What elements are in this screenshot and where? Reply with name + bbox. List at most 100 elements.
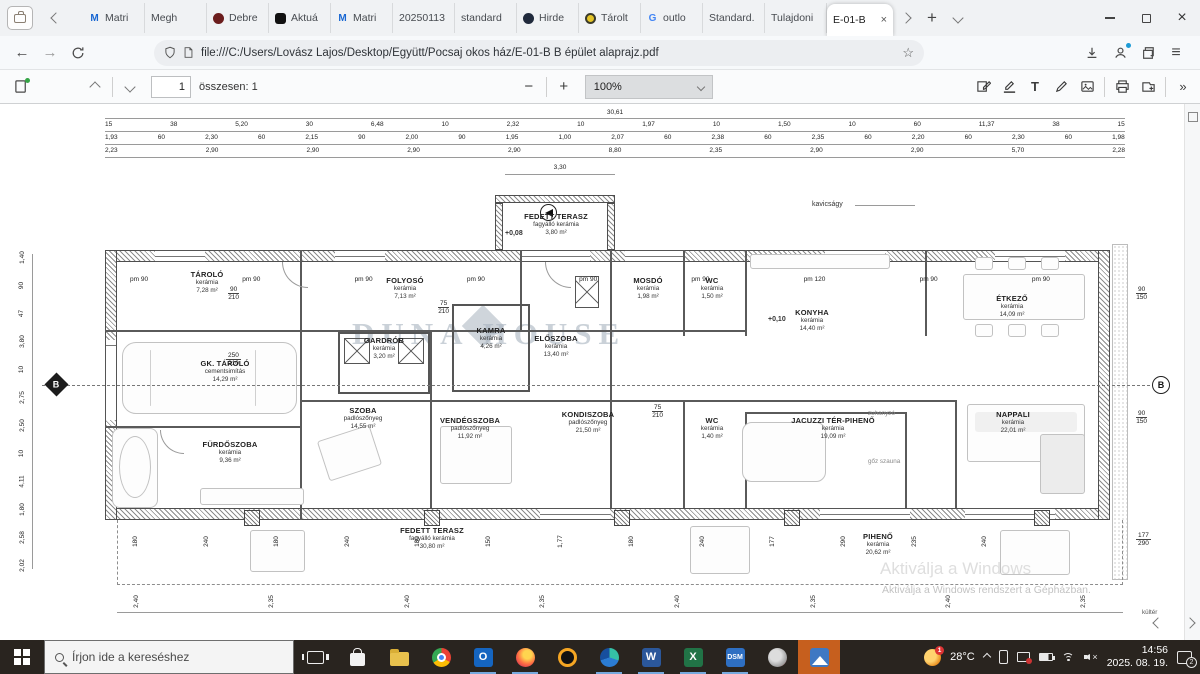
highlight-icon[interactable]: [996, 75, 1022, 99]
search-icon: [55, 652, 64, 662]
porch-wall: [495, 203, 503, 250]
word-button[interactable]: W: [630, 640, 672, 674]
activation-watermark-1: Aktiválja a Windows: [880, 559, 1032, 578]
phone-link-icon[interactable]: [998, 650, 1008, 664]
address-bar[interactable]: file:///C:/Users/Lovász Lajos/Desktop/Eg…: [154, 39, 924, 66]
side-panel-icon[interactable]: [1188, 112, 1198, 122]
more-tools-icon[interactable]: »: [1170, 75, 1196, 99]
volume-muted-icon[interactable]: ×: [1083, 651, 1098, 663]
download-icon[interactable]: [1078, 40, 1106, 66]
maximize-button[interactable]: [1128, 0, 1164, 36]
temperature-label[interactable]: 28°C: [950, 651, 975, 663]
room-vendegszoba: VENDÉGSZOBA padlószőnyeg 11,92 m²: [439, 416, 501, 441]
page-number-input[interactable]: [151, 75, 191, 98]
room-wc-top: WC kerámia 1,50 m²: [700, 276, 724, 301]
bed: [316, 424, 383, 482]
page-up-icon[interactable]: [82, 75, 108, 99]
tab-hirde[interactable]: Hirde: [517, 3, 579, 33]
tab-megh[interactable]: Megh: [145, 3, 207, 33]
favorites-star-icon[interactable]: ☆: [902, 45, 914, 61]
tab-outlo[interactable]: Goutlo: [641, 3, 703, 33]
room-gardrob: GARDRÓB kerámia 3,20 m²: [363, 336, 405, 361]
file-explorer-button[interactable]: [378, 640, 420, 674]
tab-scroll-right-icon[interactable]: [893, 5, 919, 31]
taskbar-search-input[interactable]: Írjon ide a kereséshez: [44, 640, 294, 674]
terrace-door: [540, 508, 610, 520]
door-swing: [545, 262, 571, 288]
tab-active-e01b[interactable]: E-01-B ×: [827, 4, 893, 36]
clock[interactable]: 14:56 2025. 08. 19.: [1107, 644, 1168, 670]
tab-scroll-left-icon[interactable]: [43, 5, 69, 31]
firefox-button[interactable]: [504, 640, 546, 674]
column: [614, 510, 630, 526]
new-tab-button[interactable]: +: [919, 5, 945, 31]
save-icon[interactable]: [1135, 75, 1161, 99]
image-icon[interactable]: [1074, 75, 1100, 99]
tab-debre[interactable]: Debre: [207, 3, 269, 33]
dim-left: 1,40 90 47 3,80 10 2,75 2,50 10 4,11 1,80 2,58 2,02: [18, 251, 26, 572]
excel-button[interactable]: X: [672, 640, 714, 674]
forward-icon[interactable]: →: [36, 40, 64, 66]
porch-wall: [607, 203, 615, 250]
tab-matri-1[interactable]: M Matri: [83, 3, 145, 33]
zoom-select[interactable]: 100%: [584, 74, 713, 99]
notification-center-icon[interactable]: 2: [1177, 650, 1197, 668]
room-konyha: KONYHA kerámia 14,40 m²: [795, 308, 829, 333]
add-text-icon[interactable]: T: [1022, 75, 1048, 99]
print-icon[interactable]: [1109, 75, 1135, 99]
outlook-button[interactable]: O: [462, 640, 504, 674]
tab-tarolt[interactable]: Tárolt: [579, 3, 641, 33]
tab-20250113[interactable]: 20250113: [393, 3, 455, 33]
dim-overall: 30,61: [606, 109, 624, 116]
tab-standard-1[interactable]: standard: [455, 3, 517, 33]
pdf-side-strip: [1184, 104, 1200, 640]
microsoft-store-button[interactable]: [336, 640, 378, 674]
back-icon[interactable]: ←: [8, 40, 36, 66]
task-view-button[interactable]: [294, 640, 336, 674]
edge-button[interactable]: [588, 640, 630, 674]
dim-row-1: 15 38 5,20 30 6,48 10 2,32 10 1,97 10 1,50 10 60 11,3…: [105, 121, 1125, 128]
matrix-favicon: M: [338, 12, 347, 24]
next-page-icon[interactable]: [1184, 614, 1196, 632]
tab-standard-2[interactable]: Standard.: [703, 3, 765, 33]
prev-page-icon[interactable]: [1152, 614, 1164, 632]
page-down-icon[interactable]: [117, 75, 143, 99]
tab-matri-2[interactable]: M Matri: [331, 3, 393, 33]
media-app-button[interactable]: [546, 640, 588, 674]
start-button[interactable]: [0, 640, 44, 674]
weather-icon[interactable]: 1: [924, 645, 945, 666]
photos-button[interactable]: [798, 640, 840, 674]
refresh-icon[interactable]: [64, 40, 92, 66]
tab-tulajdoni[interactable]: Tulajdoni: [765, 3, 827, 33]
annotate-icon[interactable]: [970, 75, 996, 99]
zoom-in-icon[interactable]: +: [551, 75, 577, 99]
pdf-menu-icon[interactable]: [8, 75, 34, 99]
tab-aktua[interactable]: Aktuá: [269, 3, 331, 33]
entrance-door: [520, 250, 590, 262]
tab-search-dropdown-icon[interactable]: [945, 5, 971, 31]
workspaces-icon[interactable]: [7, 6, 33, 30]
door-swing: [160, 430, 184, 454]
image-viewer-button[interactable]: [756, 640, 798, 674]
activation-watermark-2: Aktiválja a Windows rendszert a Gépházba…: [882, 584, 1091, 596]
door-swing: [282, 262, 308, 288]
close-button[interactable]: ×: [1164, 0, 1200, 36]
tab-close-icon[interactable]: ×: [881, 14, 887, 26]
collections-icon[interactable]: [1134, 40, 1162, 66]
draw-icon[interactable]: [1048, 75, 1074, 99]
zoom-out-icon[interactable]: −: [516, 75, 542, 99]
room-eloszoba: ELŐSZOBA kerámia 13,40 m²: [534, 334, 578, 359]
battery-icon[interactable]: [1038, 653, 1055, 661]
dsm-button[interactable]: DSM: [714, 640, 756, 674]
tray-expand-icon[interactable]: [982, 652, 991, 662]
settings-menu-icon[interactable]: ≡: [1162, 40, 1190, 66]
window: [625, 250, 685, 262]
section-marker-b-left: B: [44, 372, 69, 397]
goz-szauna-label: gőz szauna: [868, 458, 901, 465]
profile-icon[interactable]: [1106, 40, 1134, 66]
bathtub-inner: [119, 436, 151, 498]
wifi-icon[interactable]: [1061, 651, 1075, 664]
chrome-button[interactable]: [420, 640, 462, 674]
minimize-button[interactable]: [1092, 0, 1128, 36]
display-icon[interactable]: [1016, 652, 1032, 664]
